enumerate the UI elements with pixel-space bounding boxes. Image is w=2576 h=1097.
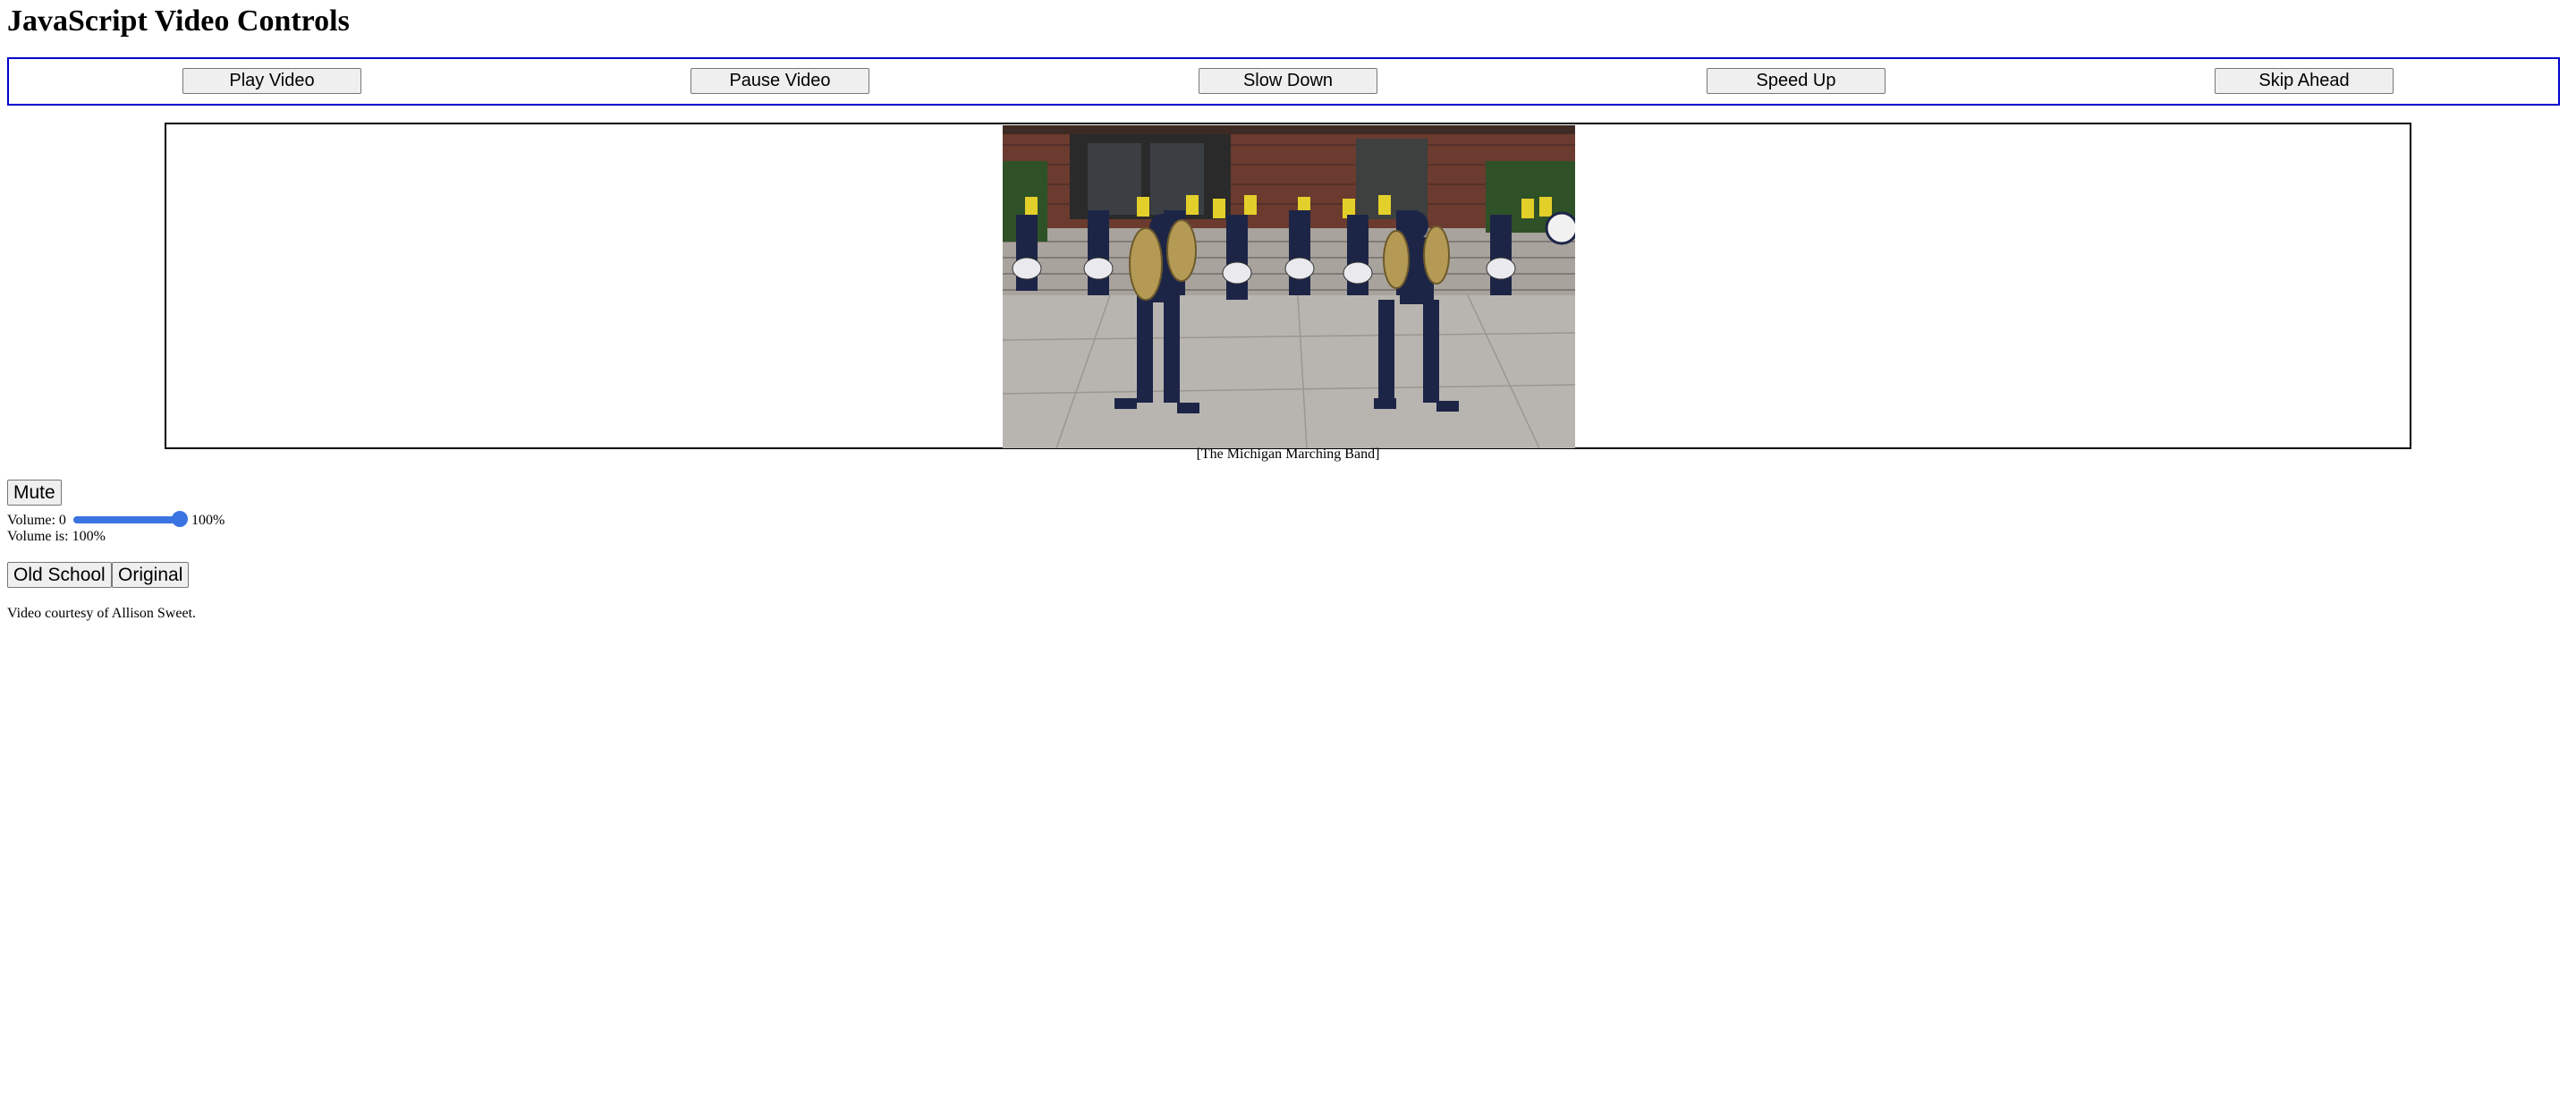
video-player[interactable] bbox=[1003, 125, 1575, 448]
video-controls-bar: Play Video Pause Video Slow Down Speed U… bbox=[7, 57, 2560, 106]
video-caption: [The Michigan Marching Band] bbox=[1196, 446, 1380, 462]
video-credit: Video courtesy of Allison Sweet. bbox=[7, 606, 197, 621]
volume-status: Volume is: 100% bbox=[7, 529, 106, 544]
video-container bbox=[165, 123, 2411, 449]
play-video-button[interactable]: Play Video bbox=[182, 68, 361, 94]
mute-button[interactable]: Mute bbox=[7, 480, 62, 506]
volume-max-label: 100% bbox=[191, 513, 225, 528]
video-frame-image bbox=[1003, 125, 1575, 448]
volume-slider-track[interactable] bbox=[73, 516, 184, 523]
original-filter-button[interactable]: Original bbox=[112, 562, 190, 588]
page-title: JavaScript Video Controls bbox=[7, 4, 350, 38]
skip-ahead-button[interactable]: Skip Ahead bbox=[2215, 68, 2394, 94]
volume-label: Volume: 0 bbox=[7, 513, 66, 528]
pause-video-button[interactable]: Pause Video bbox=[691, 68, 869, 94]
volume-slider-thumb[interactable] bbox=[172, 511, 188, 527]
slow-down-button[interactable]: Slow Down bbox=[1199, 68, 1377, 94]
old-school-filter-button[interactable]: Old School bbox=[7, 562, 112, 588]
speed-up-button[interactable]: Speed Up bbox=[1707, 68, 1885, 94]
